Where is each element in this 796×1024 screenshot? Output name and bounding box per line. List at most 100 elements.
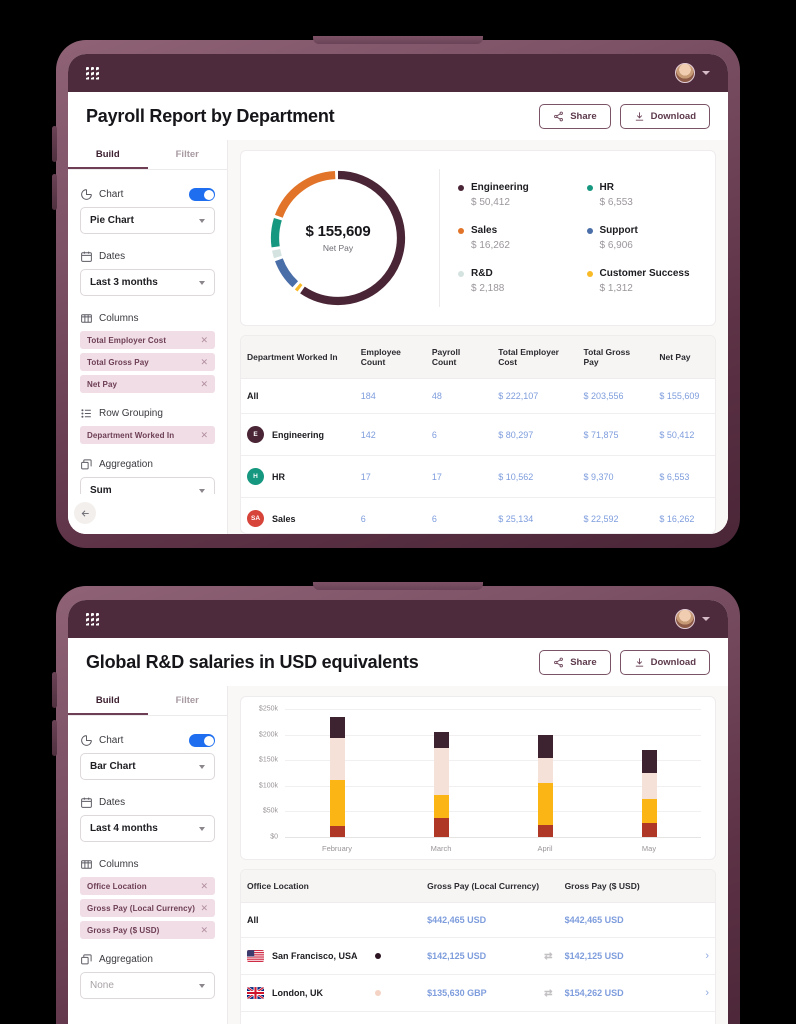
table-row[interactable]: H HR 17 17 $ 10,562 $ 9,370 $ 6,553: [241, 455, 715, 498]
bar-segment[interactable]: [433, 747, 449, 795]
bar-segment[interactable]: [641, 798, 657, 824]
column-chip[interactable]: Office Location ✕: [80, 877, 215, 895]
table-column-header[interactable]: Gross Pay (Local Currency): [421, 870, 559, 903]
remote-logo-icon[interactable]: [86, 66, 99, 80]
legend-item[interactable]: Customer Success $ 1,312: [586, 268, 692, 294]
table-cell-value[interactable]: $ 50,412: [653, 413, 715, 456]
table-cell-value[interactable]: 6: [354, 497, 426, 533]
bar-segment[interactable]: [329, 716, 345, 738]
bar-segment[interactable]: [641, 773, 657, 799]
stacked-bar[interactable]: [329, 716, 345, 837]
table-column-header[interactable]: Gross Pay ($ USD): [558, 870, 682, 903]
legend-item[interactable]: Engineering $ 50,412: [458, 182, 563, 208]
chevron-down-icon[interactable]: [702, 617, 710, 621]
bar-segment[interactable]: [433, 794, 449, 819]
swap-icon[interactable]: ⇄: [544, 988, 552, 999]
legend-item[interactable]: Support $ 6,906: [586, 225, 692, 251]
chart-toggle[interactable]: [189, 188, 215, 201]
column-chip[interactable]: Total Employer Cost ✕: [80, 331, 215, 349]
close-icon[interactable]: ✕: [200, 430, 208, 440]
table-cell-value[interactable]: $ 22,592: [577, 497, 654, 533]
table-cell-value[interactable]: 142: [354, 413, 426, 456]
stacked-bar[interactable]: [537, 735, 553, 837]
table-cell-value[interactable]: $ 16,262: [653, 497, 715, 533]
close-icon[interactable]: ✕: [200, 357, 208, 367]
table-cell-value[interactable]: $ 9,370: [577, 455, 654, 498]
table-cell-value[interactable]: $ 155,609: [653, 378, 715, 414]
bar-chart-plot[interactable]: $0 $50k $100k $150k $200k $250k: [259, 706, 701, 841]
bar-segment[interactable]: [329, 826, 345, 837]
avatar[interactable]: [675, 63, 695, 83]
chevron-right-icon[interactable]: ›: [705, 987, 709, 999]
table-cell-value[interactable]: $ 222,107: [492, 378, 578, 414]
tab-filter[interactable]: Filter: [148, 140, 228, 169]
column-chip[interactable]: Gross Pay ($ USD) ✕: [80, 921, 215, 939]
table-cell-value[interactable]: $ 25,134: [492, 497, 578, 533]
aggregation-select[interactable]: None: [80, 972, 215, 999]
donut-chart[interactable]: $ 155,609 Net Pay: [263, 163, 413, 313]
share-button[interactable]: Share: [539, 104, 611, 129]
app-bar-account[interactable]: [675, 63, 710, 83]
table-column-header[interactable]: Employee Count: [354, 336, 426, 379]
table-row[interactable]: San Francisco, USA $142,125 USD ⇄ $142,125 …: [241, 937, 715, 975]
column-chip[interactable]: Net Pay ✕: [80, 375, 215, 393]
chart-toggle[interactable]: [189, 734, 215, 747]
table-cell-value[interactable]: $ 203,556: [577, 378, 654, 414]
close-icon[interactable]: ✕: [200, 335, 208, 345]
table-column-header[interactable]: Total Gross Pay: [577, 336, 654, 379]
tab-build[interactable]: Build: [68, 686, 148, 715]
bar-segment[interactable]: [433, 732, 449, 748]
stacked-bar[interactable]: [641, 750, 657, 837]
table-cell-value[interactable]: 184: [354, 378, 426, 414]
table-cell-value[interactable]: 48: [425, 378, 493, 414]
stacked-bar[interactable]: [433, 732, 449, 837]
bar-segment[interactable]: [537, 783, 553, 826]
bar-segment[interactable]: [537, 735, 553, 758]
bar-segment[interactable]: [537, 757, 553, 784]
close-icon[interactable]: ✕: [200, 881, 208, 891]
chevron-right-icon[interactable]: ›: [705, 950, 709, 962]
table-row[interactable]: E Engineering 142 6 $ 80,297 $ 71,875 $ 50,412: [241, 413, 715, 456]
tab-build[interactable]: Build: [68, 140, 148, 169]
app-bar-account[interactable]: [675, 609, 710, 629]
table-cell-value[interactable]: $ 80,297: [492, 413, 578, 456]
table-cell-value[interactable]: 17: [354, 455, 426, 498]
bar-segment[interactable]: [329, 737, 345, 780]
table-column-header[interactable]: Net Pay: [653, 336, 715, 379]
dates-select[interactable]: Last 3 months: [80, 269, 215, 296]
table-cell-expand[interactable]: [681, 902, 715, 938]
table-column-header[interactable]: Department Worked In: [241, 336, 355, 379]
table-column-header[interactable]: Total Employer Cost: [492, 336, 578, 379]
download-button[interactable]: Download: [619, 650, 710, 675]
table-cell-value[interactable]: 17: [425, 455, 493, 498]
table-cell-expand[interactable]: ›: [681, 937, 715, 975]
column-chip[interactable]: Total Gross Pay ✕: [80, 353, 215, 371]
bar-column[interactable]: [597, 709, 701, 837]
bar-column[interactable]: [389, 709, 493, 837]
row-grouping-chip[interactable]: Department Worked In ✕: [80, 426, 215, 444]
dates-select[interactable]: Last 4 months: [80, 815, 215, 842]
legend-item[interactable]: HR $ 6,553: [586, 182, 692, 208]
table-cell-value[interactable]: 6: [425, 497, 493, 533]
bar-column[interactable]: [493, 709, 597, 837]
close-icon[interactable]: ✕: [200, 379, 208, 389]
table-cell-value[interactable]: $ 10,562: [492, 455, 578, 498]
bar-segment[interactable]: [433, 818, 449, 837]
chevron-down-icon[interactable]: [702, 71, 710, 75]
bar-segment[interactable]: [641, 823, 657, 837]
column-chip[interactable]: Gross Pay (Local Currency) ✕: [80, 899, 215, 917]
table-column-header[interactable]: Payroll Count: [425, 336, 493, 379]
bar-segment[interactable]: [537, 825, 553, 837]
back-button[interactable]: [74, 502, 96, 524]
bar-segment[interactable]: [329, 779, 345, 827]
table-row[interactable]: London, UK $135,630 GBP ⇄ $154,262 USD ›: [241, 974, 715, 1012]
share-button[interactable]: Share: [539, 650, 611, 675]
table-row[interactable]: All $442,465 USD $442,465 USD: [241, 902, 715, 938]
remote-logo-icon[interactable]: [86, 612, 99, 626]
bar-column[interactable]: [285, 709, 389, 837]
legend-item[interactable]: R&D $ 2,188: [458, 268, 563, 294]
swap-icon[interactable]: ⇄: [544, 951, 552, 962]
table-cell-value[interactable]: $ 6,553: [653, 455, 715, 498]
table-row[interactable]: All 184 48 $ 222,107 $ 203,556 $ 155,609: [241, 378, 715, 414]
chart-type-select[interactable]: Pie Chart: [80, 207, 215, 234]
